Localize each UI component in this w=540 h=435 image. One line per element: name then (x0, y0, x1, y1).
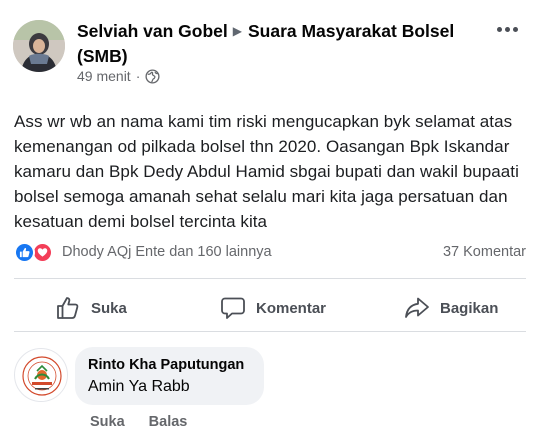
comment-button[interactable]: Komentar (220, 293, 326, 323)
triangle-right-icon: ▶ (232, 24, 242, 38)
love-icon (32, 242, 53, 263)
post-time[interactable]: 49 menit (77, 68, 131, 84)
comment-author[interactable]: Rinto Kha Paputungan (88, 356, 251, 374)
post-body: Ass wr wb an nama kami tim riski menguca… (14, 112, 519, 231)
more-options-button[interactable] (492, 20, 522, 38)
comment-label: Komentar (256, 299, 327, 317)
globe-icon (145, 68, 160, 84)
like-button[interactable]: Suka (55, 293, 127, 323)
reaction-names[interactable]: Dhody AQj Ente dan 160 lainnya (62, 244, 272, 260)
comment-actions: Suka Balas (90, 414, 187, 430)
like-label: Suka (91, 299, 127, 317)
meta-separator: · (135, 68, 141, 84)
share-label: Bagikan (440, 299, 499, 317)
author-photo (13, 20, 65, 72)
reactions-summary[interactable]: Dhody AQj Ente dan 160 lainnya 37 Koment… (14, 240, 526, 266)
divider (14, 278, 526, 279)
post-author-line: Selviah van Gobel ▶ Suara Masyarakat Bolse… (77, 20, 467, 68)
author-avatar[interactable] (13, 20, 65, 72)
commenter-logo-icon (17, 351, 67, 401)
comment-bubble: Rinto Kha Paputungan Amin Ya Rabb (75, 347, 264, 405)
thumbs-up-icon (57, 297, 79, 319)
author-name[interactable]: Selviah van Gobel (77, 21, 228, 41)
more-dot-icon (504, 26, 510, 32)
more-dot-icon (512, 26, 518, 32)
post-actions: Suka Komentar Bagikan (0, 285, 540, 329)
commenter-avatar[interactable] (14, 348, 68, 402)
comment-reply-link[interactable]: Balas (149, 414, 188, 430)
share-button[interactable]: Bagikan (404, 293, 498, 323)
more-dot-icon (496, 26, 502, 32)
post-meta: 49 menit · (77, 68, 160, 84)
share-arrow-icon (405, 297, 429, 318)
reaction-icons (14, 242, 58, 264)
comment-count[interactable]: 37 Komentar (443, 244, 526, 260)
comment-text: Amin Ya Rabb (88, 378, 190, 395)
like-icon (14, 242, 35, 263)
post-header: Selviah van Gobel ▶ Suara Masyarakat Bolse… (0, 0, 540, 100)
comment-icon (221, 297, 245, 319)
comment-like-link[interactable]: Suka (90, 414, 125, 430)
divider (14, 331, 526, 332)
